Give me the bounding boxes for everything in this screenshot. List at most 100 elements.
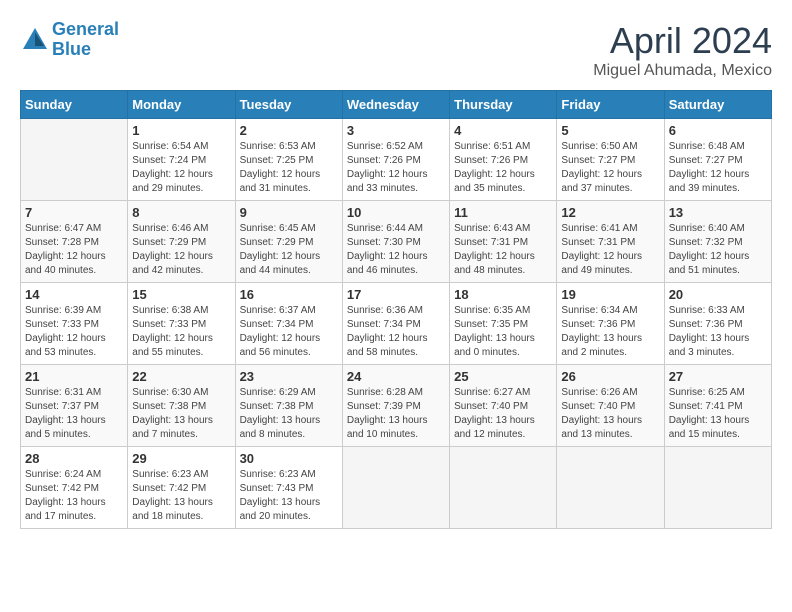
calendar-cell-1-1: 8 Sunrise: 6:46 AM Sunset: 7:29 PM Daylig… bbox=[128, 201, 235, 283]
day-info-2: Sunrise: 6:53 AM Sunset: 7:25 PM Dayligh… bbox=[240, 140, 338, 196]
day-number-18: 18 bbox=[454, 287, 552, 302]
header-tuesday: Tuesday bbox=[235, 91, 342, 119]
header-friday: Friday bbox=[557, 91, 664, 119]
calendar-cell-0-1: 1 Sunrise: 6:54 AM Sunset: 7:24 PM Daylig… bbox=[128, 119, 235, 201]
day-info-19: Sunrise: 6:34 AM Sunset: 7:36 PM Dayligh… bbox=[561, 304, 659, 360]
calendar-table: Sunday Monday Tuesday Wednesday Thursday… bbox=[20, 90, 772, 529]
calendar-cell-2-4: 18 Sunrise: 6:35 AM Sunset: 7:35 PM Dayli… bbox=[450, 283, 557, 365]
calendar-cell-4-1: 29Sunrise: 6:23 AM Sunset: 7:42 PM Dayli… bbox=[128, 447, 235, 529]
logo-line2: Blue bbox=[52, 39, 91, 59]
calendar-cell-3-6: 27 Sunrise: 6:25 AM Sunset: 7:41 PM Dayli… bbox=[664, 365, 771, 447]
header-thursday: Thursday bbox=[450, 91, 557, 119]
calendar-cell-2-0: 14 Sunrise: 6:39 AM Sunset: 7:33 PM Dayli… bbox=[21, 283, 128, 365]
day-info-18: Sunrise: 6:35 AM Sunset: 7:35 PM Dayligh… bbox=[454, 304, 552, 360]
calendar-cell-4-6 bbox=[664, 447, 771, 529]
day-number-22: 22 bbox=[132, 369, 230, 384]
calendar-cell-2-2: 16 Sunrise: 6:37 AM Sunset: 7:34 PM Dayli… bbox=[235, 283, 342, 365]
calendar-cell-1-6: 13Sunrise: 6:40 AM Sunset: 7:32 PM Dayli… bbox=[664, 201, 771, 283]
week-row-2: 14 Sunrise: 6:39 AM Sunset: 7:33 PM Dayli… bbox=[21, 283, 772, 365]
week-row-3: 21 Sunrise: 6:31 AM Sunset: 7:37 PM Dayli… bbox=[21, 365, 772, 447]
day-info-4: Sunrise: 6:51 AM Sunset: 7:26 PM Dayligh… bbox=[454, 140, 552, 196]
day-info-5: Sunrise: 6:50 AM Sunset: 7:27 PM Dayligh… bbox=[561, 140, 659, 196]
day-number-5: 5 bbox=[561, 123, 659, 138]
location: Miguel Ahumada, Mexico bbox=[593, 62, 772, 80]
calendar-cell-4-4 bbox=[450, 447, 557, 529]
calendar-cell-0-5: 5 Sunrise: 6:50 AM Sunset: 7:27 PM Daylig… bbox=[557, 119, 664, 201]
calendar-cell-1-2: 9Sunrise: 6:45 AM Sunset: 7:29 PM Daylig… bbox=[235, 201, 342, 283]
calendar-cell-2-3: 17Sunrise: 6:36 AM Sunset: 7:34 PM Dayli… bbox=[342, 283, 449, 365]
day-number-21: 21 bbox=[25, 369, 123, 384]
day-info-12: Sunrise: 6:41 AM Sunset: 7:31 PM Dayligh… bbox=[561, 222, 659, 278]
calendar-cell-1-0: 7Sunrise: 6:47 AM Sunset: 7:28 PM Daylig… bbox=[21, 201, 128, 283]
day-number-19: 19 bbox=[561, 287, 659, 302]
day-number-10: 10 bbox=[347, 205, 445, 220]
calendar-cell-3-0: 21 Sunrise: 6:31 AM Sunset: 7:37 PM Dayli… bbox=[21, 365, 128, 447]
day-info-24: Sunrise: 6:28 AM Sunset: 7:39 PM Dayligh… bbox=[347, 386, 445, 442]
calendar-cell-2-6: 20Sunrise: 6:33 AM Sunset: 7:36 PM Dayli… bbox=[664, 283, 771, 365]
calendar-cell-4-0: 28 Sunrise: 6:24 AM Sunset: 7:42 PM Dayli… bbox=[21, 447, 128, 529]
day-info-26: Sunrise: 6:26 AM Sunset: 7:40 PM Dayligh… bbox=[561, 386, 659, 442]
day-info-29: Sunrise: 6:23 AM Sunset: 7:42 PM Dayligh… bbox=[132, 468, 230, 524]
calendar-cell-1-5: 12 Sunrise: 6:41 AM Sunset: 7:31 PM Dayli… bbox=[557, 201, 664, 283]
logo: General Blue bbox=[20, 20, 119, 60]
day-info-20: Sunrise: 6:33 AM Sunset: 7:36 PM Dayligh… bbox=[669, 304, 767, 360]
day-number-8: 8 bbox=[132, 205, 230, 220]
day-number-26: 26 bbox=[561, 369, 659, 384]
day-info-14: Sunrise: 6:39 AM Sunset: 7:33 PM Dayligh… bbox=[25, 304, 123, 360]
day-info-10: Sunrise: 6:44 AM Sunset: 7:30 PM Dayligh… bbox=[347, 222, 445, 278]
calendar-cell-3-5: 26 Sunrise: 6:26 AM Sunset: 7:40 PM Dayli… bbox=[557, 365, 664, 447]
calendar-cell-3-3: 24 Sunrise: 6:28 AM Sunset: 7:39 PM Dayli… bbox=[342, 365, 449, 447]
day-number-30: 30 bbox=[240, 451, 338, 466]
header: General Blue April 2024 Miguel Ahumada, … bbox=[20, 20, 772, 80]
calendar-cell-4-2: 30Sunrise: 6:23 AM Sunset: 7:43 PM Dayli… bbox=[235, 447, 342, 529]
day-number-3: 3 bbox=[347, 123, 445, 138]
calendar-cell-4-5 bbox=[557, 447, 664, 529]
day-number-12: 12 bbox=[561, 205, 659, 220]
day-number-6: 6 bbox=[669, 123, 767, 138]
day-info-21: Sunrise: 6:31 AM Sunset: 7:37 PM Dayligh… bbox=[25, 386, 123, 442]
day-info-25: Sunrise: 6:27 AM Sunset: 7:40 PM Dayligh… bbox=[454, 386, 552, 442]
calendar-header-row: Sunday Monday Tuesday Wednesday Thursday… bbox=[21, 91, 772, 119]
header-sunday: Sunday bbox=[21, 91, 128, 119]
calendar-cell-1-4: 11Sunrise: 6:43 AM Sunset: 7:31 PM Dayli… bbox=[450, 201, 557, 283]
day-number-27: 27 bbox=[669, 369, 767, 384]
logo-line1: General bbox=[52, 19, 119, 39]
day-info-22: Sunrise: 6:30 AM Sunset: 7:38 PM Dayligh… bbox=[132, 386, 230, 442]
day-number-1: 1 bbox=[132, 123, 230, 138]
week-row-0: 1 Sunrise: 6:54 AM Sunset: 7:24 PM Daylig… bbox=[21, 119, 772, 201]
day-info-17: Sunrise: 6:36 AM Sunset: 7:34 PM Dayligh… bbox=[347, 304, 445, 360]
day-number-7: 7 bbox=[25, 205, 123, 220]
calendar-cell-2-1: 15Sunrise: 6:38 AM Sunset: 7:33 PM Dayli… bbox=[128, 283, 235, 365]
day-number-23: 23 bbox=[240, 369, 338, 384]
day-number-13: 13 bbox=[669, 205, 767, 220]
calendar-cell-2-5: 19 Sunrise: 6:34 AM Sunset: 7:36 PM Dayli… bbox=[557, 283, 664, 365]
calendar-cell-3-2: 23 Sunrise: 6:29 AM Sunset: 7:38 PM Dayli… bbox=[235, 365, 342, 447]
month-title: April 2024 bbox=[593, 20, 772, 62]
week-row-1: 7Sunrise: 6:47 AM Sunset: 7:28 PM Daylig… bbox=[21, 201, 772, 283]
week-row-4: 28 Sunrise: 6:24 AM Sunset: 7:42 PM Dayli… bbox=[21, 447, 772, 529]
calendar-cell-0-2: 2Sunrise: 6:53 AM Sunset: 7:25 PM Daylig… bbox=[235, 119, 342, 201]
day-info-8: Sunrise: 6:46 AM Sunset: 7:29 PM Dayligh… bbox=[132, 222, 230, 278]
title-area: April 2024 Miguel Ahumada, Mexico bbox=[593, 20, 772, 80]
day-number-11: 11 bbox=[454, 205, 552, 220]
calendar-cell-4-3 bbox=[342, 447, 449, 529]
day-number-16: 16 bbox=[240, 287, 338, 302]
day-number-24: 24 bbox=[347, 369, 445, 384]
calendar-cell-3-4: 25 Sunrise: 6:27 AM Sunset: 7:40 PM Dayli… bbox=[450, 365, 557, 447]
logo-text: General Blue bbox=[52, 20, 119, 60]
calendar-cell-3-1: 22 Sunrise: 6:30 AM Sunset: 7:38 PM Dayli… bbox=[128, 365, 235, 447]
day-info-16: Sunrise: 6:37 AM Sunset: 7:34 PM Dayligh… bbox=[240, 304, 338, 360]
day-number-14: 14 bbox=[25, 287, 123, 302]
day-info-3: Sunrise: 6:52 AM Sunset: 7:26 PM Dayligh… bbox=[347, 140, 445, 196]
day-number-25: 25 bbox=[454, 369, 552, 384]
header-monday: Monday bbox=[128, 91, 235, 119]
day-number-28: 28 bbox=[25, 451, 123, 466]
day-info-23: Sunrise: 6:29 AM Sunset: 7:38 PM Dayligh… bbox=[240, 386, 338, 442]
day-info-1: Sunrise: 6:54 AM Sunset: 7:24 PM Dayligh… bbox=[132, 140, 230, 196]
header-saturday: Saturday bbox=[664, 91, 771, 119]
day-number-9: 9 bbox=[240, 205, 338, 220]
day-info-27: Sunrise: 6:25 AM Sunset: 7:41 PM Dayligh… bbox=[669, 386, 767, 442]
day-info-28: Sunrise: 6:24 AM Sunset: 7:42 PM Dayligh… bbox=[25, 468, 123, 524]
calendar-cell-0-0 bbox=[21, 119, 128, 201]
calendar-cell-1-3: 10 Sunrise: 6:44 AM Sunset: 7:30 PM Dayli… bbox=[342, 201, 449, 283]
